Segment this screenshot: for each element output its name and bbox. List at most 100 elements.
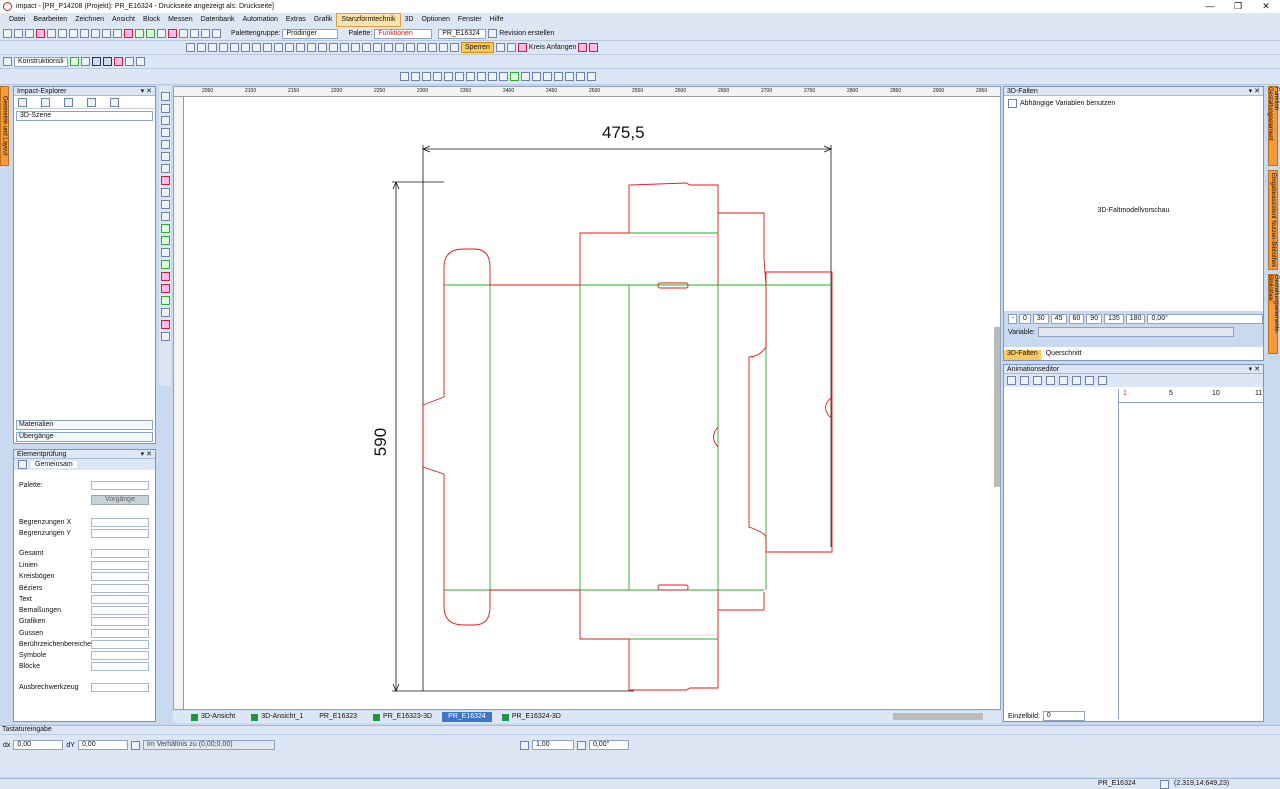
move-icon[interactable]	[340, 43, 349, 52]
extend-icon[interactable]	[285, 43, 294, 52]
arc-icon[interactable]	[252, 43, 261, 52]
angle-0-button[interactable]: 0	[1019, 314, 1031, 324]
ausbrechwerkzeug-field[interactable]	[91, 683, 149, 692]
circle-icon[interactable]	[241, 43, 250, 52]
layer-select[interactable]: Konstruktionsli	[14, 56, 68, 67]
attach-icon[interactable]	[450, 43, 459, 52]
explorer-list-icon[interactable]	[41, 97, 50, 107]
panel-close-icon[interactable]: ▾ ✕	[1249, 87, 1260, 95]
revision-button[interactable]: Revision erstellen	[499, 30, 554, 37]
tab-pr-e16324-3d[interactable]: PR_E16324-3D	[496, 712, 567, 722]
begrenzung-x-field[interactable]	[91, 518, 149, 527]
layer-lock-icon[interactable]	[81, 57, 90, 66]
kreisboegen-field[interactable]	[91, 572, 149, 581]
angle-icon[interactable]	[160, 212, 170, 221]
menu-grafik[interactable]: Grafik	[310, 14, 337, 26]
menu-extras[interactable]: Extras	[282, 14, 310, 26]
undo-icon[interactable]	[102, 29, 111, 38]
draw-arc-icon[interactable]	[160, 128, 170, 137]
variable-select[interactable]	[1038, 327, 1235, 337]
bloecke-field[interactable]	[91, 662, 149, 671]
view-fit-icon[interactable]	[576, 72, 585, 81]
linien-field[interactable]	[91, 561, 149, 570]
layer-copy-icon[interactable]	[125, 57, 134, 66]
tab-3d-falten[interactable]: 3D-Falten	[1004, 350, 1041, 360]
angle-45-button[interactable]: 45	[1050, 314, 1067, 324]
dy-input[interactable]: 0,00	[77, 740, 128, 750]
menu-optionen[interactable]: Optionen	[417, 14, 453, 26]
menu-fenster[interactable]: Fenster	[454, 14, 486, 26]
box3d-icon[interactable]	[160, 260, 170, 269]
view-3d-icon[interactable]	[510, 72, 519, 81]
open-icon[interactable]	[14, 29, 23, 38]
angle-180-button[interactable]: 180	[1125, 314, 1146, 324]
polyline-icon[interactable]	[197, 43, 206, 52]
print-icon[interactable]	[80, 29, 89, 38]
minimize-button[interactable]: —	[1196, 0, 1224, 13]
redo-icon[interactable]	[113, 29, 122, 38]
tab-3d-ansicht[interactable]: 3D-Ansicht	[185, 712, 241, 722]
line-width-icon[interactable]	[519, 740, 529, 750]
text-icon[interactable]	[439, 43, 448, 52]
arrow-icon[interactable]	[578, 43, 588, 52]
anim-cut-icon[interactable]	[1072, 376, 1081, 385]
menu-hilfe[interactable]: Hilfe	[486, 14, 508, 26]
symbole-field[interactable]	[91, 651, 149, 660]
delete-icon[interactable]	[160, 176, 170, 185]
view-rect-icon[interactable]	[565, 72, 574, 81]
layer-fill-icon[interactable]	[103, 57, 112, 66]
anim-paste-icon[interactable]	[1098, 376, 1107, 385]
tab-3d-ansicht-1[interactable]: 3D-Ansicht_1	[245, 712, 309, 722]
anim-right-icon[interactable]	[1059, 376, 1068, 385]
kreis-anfangen-button[interactable]: Kreis Anfangen	[529, 44, 576, 51]
arrow-back-icon[interactable]	[589, 43, 599, 52]
fill-icon[interactable]	[160, 224, 170, 233]
truck-icon[interactable]	[135, 29, 144, 38]
horizontal-scrollbar[interactable]	[893, 713, 983, 720]
view-next-icon[interactable]	[554, 72, 563, 81]
layer-icon[interactable]	[3, 57, 12, 66]
panel-close-icon[interactable]: ▾ ✕	[141, 87, 152, 95]
tab-pr-e16323-3d[interactable]: PR_E16323-3D	[367, 712, 438, 722]
menu-zeichnen[interactable]: Zeichnen	[71, 14, 108, 26]
view-side-icon[interactable]	[488, 72, 497, 81]
menu-ansicht[interactable]: Ansicht	[108, 14, 139, 26]
explorer-table-icon[interactable]	[110, 97, 119, 107]
panel-close-icon[interactable]: ▾ ✕	[1249, 365, 1260, 373]
view-front-icon[interactable]	[466, 72, 475, 81]
maximize-button[interactable]: ❐	[1224, 0, 1252, 13]
view-reset-icon[interactable]	[587, 72, 596, 81]
zoom-in-icon[interactable]	[400, 72, 409, 81]
menu-datenbank[interactable]: Datenbank	[197, 14, 239, 26]
draw-curve-icon[interactable]	[160, 152, 170, 161]
file-select[interactable]: PR_E16324	[438, 28, 487, 39]
menu-messen[interactable]: Messen	[164, 14, 197, 26]
perforation-icon[interactable]	[395, 43, 404, 52]
beruehrzeichen-field[interactable]	[91, 640, 149, 649]
image-icon[interactable]	[160, 296, 170, 305]
select-icon[interactable]	[160, 92, 170, 101]
gemeinsam-tab[interactable]: Gemeinsam	[31, 461, 77, 468]
break-icon[interactable]	[318, 43, 327, 52]
view-top-icon[interactable]	[477, 72, 486, 81]
zoom-out-icon[interactable]	[411, 72, 420, 81]
angle-icon[interactable]	[576, 740, 586, 750]
uebergaenge-section[interactable]: Übergänge	[16, 432, 153, 442]
scale-icon[interactable]	[190, 29, 199, 38]
dx-input[interactable]: 0,00	[13, 740, 64, 750]
layer-active-icon[interactable]	[114, 57, 123, 66]
menu-automation[interactable]: Automation	[238, 14, 281, 26]
layer-color-icon[interactable]	[70, 57, 79, 66]
angle-30-button[interactable]: 30	[1032, 314, 1049, 324]
rectangle-icon[interactable]	[219, 43, 228, 52]
pan-icon[interactable]	[444, 72, 453, 81]
line-width-input[interactable]: 1,00	[531, 740, 574, 750]
copy-icon[interactable]	[58, 29, 67, 38]
cube-icon[interactable]	[160, 236, 170, 245]
dimension-icon[interactable]	[160, 188, 170, 197]
grid-icon[interactable]	[212, 29, 221, 38]
rotate-icon[interactable]	[179, 29, 188, 38]
sperren-button[interactable]: Sperren	[461, 42, 494, 53]
text-field[interactable]	[91, 595, 149, 604]
paste-icon[interactable]	[69, 29, 78, 38]
